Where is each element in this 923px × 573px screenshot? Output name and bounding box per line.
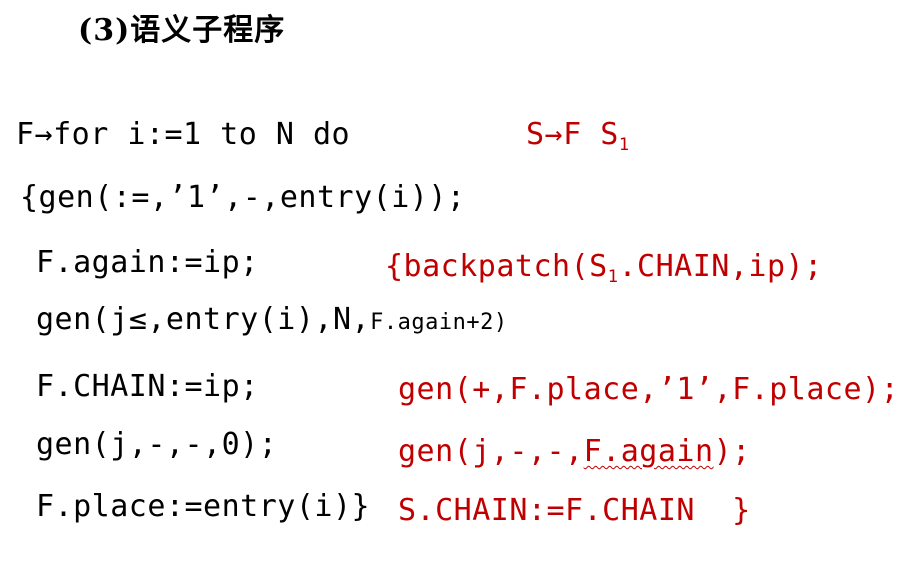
code-line-chain-assign: F.CHAIN:=ip; [36, 369, 259, 404]
code-line-place-assign: F.place:=entry(i)} [36, 489, 371, 524]
gen-again-underlined: F.again [583, 434, 714, 469]
code-line-gen-compare: gen(j≤,entry(i),N,F.again+2) [36, 305, 508, 335]
code-line-s-chain: S.CHAIN:=F.CHAIN } [398, 493, 751, 528]
backpatch-end: .CHAIN,ip); [618, 249, 823, 284]
code-line-gen-jump-again: gen(j,-,-,F.again); [398, 437, 751, 467]
gen-again-start: gen(j,-,-, [398, 434, 584, 469]
code-line-again-assign: F.again:=ip; [36, 245, 259, 280]
backpatch-subscript: 1 [607, 267, 619, 287]
code-line-gen-increment: gen(+,F.place,’1’,F.place); [398, 372, 900, 407]
gen-again-end: ); [713, 434, 751, 469]
code-line-backpatch: {backpatch(S1.CHAIN,ip); [385, 249, 823, 286]
gen-compare-small: F.again+2) [370, 310, 508, 335]
production-rule: S→F S1 [526, 117, 630, 154]
production-main: S→F S [526, 117, 619, 152]
code-line-gen-init: {gen(:=,’1’,-,entry(i)); [20, 180, 466, 215]
gen-compare-main: gen(j≤,entry(i),N, [36, 302, 371, 337]
production-subscript: 1 [618, 135, 630, 155]
code-line-gen-jump: gen(j,-,-,0); [36, 427, 278, 462]
code-line-for-header: F→for i:=1 to N do [16, 117, 351, 152]
section-title: (3)语义子程序 [78, 13, 286, 48]
backpatch-start: {backpatch(S [385, 249, 608, 284]
